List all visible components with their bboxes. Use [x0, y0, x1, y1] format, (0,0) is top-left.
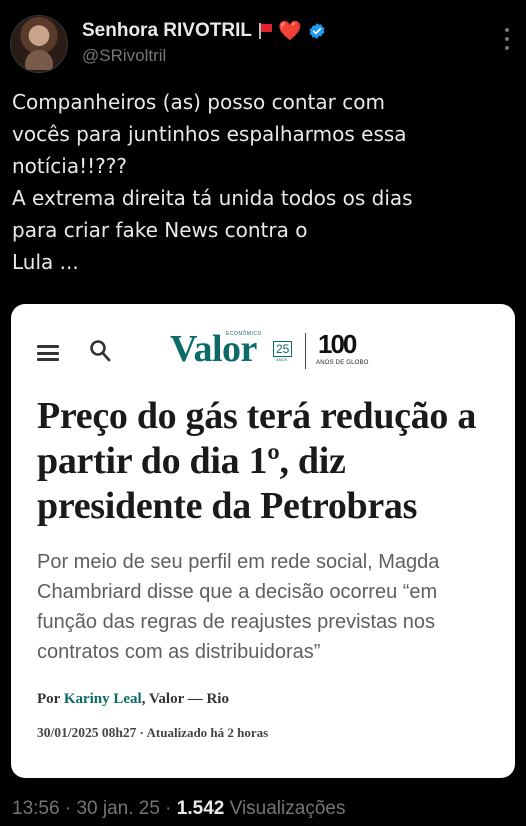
author-handle[interactable]: @SRivoltril: [82, 46, 166, 66]
tweet-header: Senhora RIVOTRIL ❤️ @SRivoltril: [0, 0, 526, 80]
globo-100-logo: 100: [318, 329, 357, 359]
anniversary-badge-sub: ANOS: [276, 357, 288, 362]
tweet-date[interactable]: 30 jan. 25: [76, 798, 159, 819]
byline-prefix: Por: [37, 691, 64, 707]
byline-suffix: , Valor — Rio: [141, 691, 229, 707]
verified-badge-icon: [309, 23, 325, 39]
heart-icon: ❤️: [277, 19, 302, 42]
article-dateline: 30/01/2025 08h27 · Atualizado há 2 horas: [37, 725, 268, 741]
article-updated: · Atualizado há 2 horas: [136, 725, 269, 740]
display-name[interactable]: Senhora RIVOTRIL: [82, 20, 252, 42]
valor-logo: Valor: [170, 328, 257, 370]
search-icon: [90, 340, 111, 362]
globo-100-sub: ANOS DE GLOBO: [316, 360, 369, 366]
tweet-text: Companheiros (as) posso contar com vocês…: [12, 90, 413, 274]
red-flag-icon: [258, 23, 272, 39]
author-name-row[interactable]: Senhora RIVOTRIL ❤️: [82, 20, 326, 42]
views-count: 1.542: [176, 798, 225, 819]
hamburger-menu-icon: [37, 345, 59, 361]
tweet-footer: 13:56 · 30 jan. 25 · 1.542 Visualizações: [12, 798, 345, 820]
views-label: Visualizações: [224, 798, 346, 819]
article-byline: Por Kariny Leal, Valor — Rio: [37, 691, 229, 708]
more-options-icon[interactable]: [500, 28, 514, 50]
tweet-time[interactable]: 13:56: [12, 798, 60, 819]
article-headline: Preço do gás terá redução a partir do di…: [37, 395, 477, 527]
logo-divider: [305, 333, 306, 369]
footer-separator: ·: [59, 798, 77, 819]
avatar[interactable]: [10, 15, 68, 73]
anniversary-badge: 25: [273, 341, 293, 357]
article-subtitle: Por meio de seu perfil em rede social, M…: [37, 551, 440, 663]
footer-separator: ·: [159, 798, 177, 819]
byline-author: Kariny Leal: [63, 691, 142, 707]
article-date: 30/01/2025 08h27: [37, 725, 137, 740]
